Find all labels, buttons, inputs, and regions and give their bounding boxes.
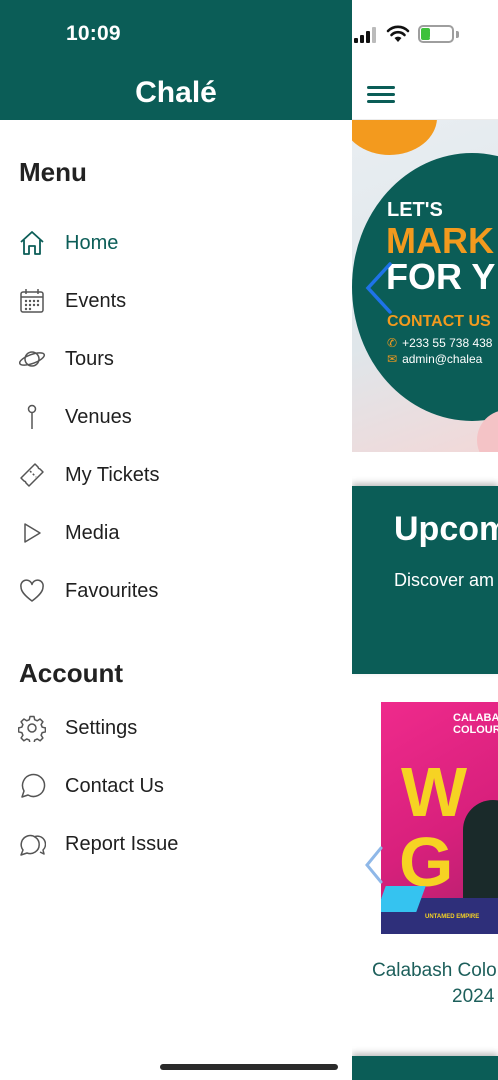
menu-item-label: Home: [65, 231, 119, 254]
poster-letter: W: [401, 753, 468, 831]
battery-cap: [456, 31, 459, 38]
menu-item-contact-us[interactable]: Contact Us: [0, 761, 352, 811]
menu-item-favourites[interactable]: Favourites: [0, 566, 352, 616]
upcoming-title: Upcom: [394, 510, 498, 548]
poster-person-image: [463, 800, 498, 905]
hamburger-menu-icon[interactable]: [367, 84, 397, 106]
mail-icon: ✉: [387, 352, 398, 366]
menu-item-media[interactable]: Media: [0, 508, 352, 558]
heart-icon: [18, 577, 46, 605]
banner-contact: CONTACT US: [387, 313, 491, 330]
event-year: 2024: [452, 986, 495, 1007]
menu-item-label: Settings: [65, 716, 138, 739]
app-title: Chalé: [135, 76, 217, 109]
event-title[interactable]: Calabash Colo: [372, 960, 497, 982]
phone-icon: ✆: [387, 336, 398, 350]
ticket-icon: [18, 461, 46, 489]
menu-item-my-tickets[interactable]: My Tickets: [0, 450, 352, 500]
menu-item-label: Contact Us: [65, 774, 164, 797]
battery-icon: 27: [418, 25, 454, 43]
gear-icon: [18, 714, 46, 742]
home-indicator[interactable]: [160, 1064, 338, 1070]
main-content: 27 LET'S MARK FOR Y CONTACT US ✆ +233 55 …: [352, 0, 498, 1080]
menu-item-label: Tours: [65, 347, 114, 370]
menu-item-label: Favourites: [65, 579, 159, 602]
menu-item-home[interactable]: Home: [0, 218, 352, 268]
menu-item-settings[interactable]: Settings: [0, 703, 352, 753]
decorative-shape: [352, 120, 437, 155]
carousel-prev-button[interactable]: [364, 260, 394, 316]
banner-phone: ✆ +233 55 738 438: [387, 336, 492, 350]
navigation-drawer: 10:09 Chalé Menu Home Events Tours Venue…: [0, 0, 352, 1080]
upcoming-subtitle: Discover am: [394, 570, 495, 590]
menu-item-events[interactable]: Events: [0, 276, 352, 326]
drawer-header: 10:09 Chalé: [0, 0, 352, 120]
menu-item-tours[interactable]: Tours: [0, 334, 352, 384]
menu-item-venues[interactable]: Venues: [0, 392, 352, 442]
banner-email-text: admin@chalea: [402, 352, 483, 366]
event-poster[interactable]: CALABASH COLOUR W G UNTAMED EMPIRE: [381, 702, 498, 934]
chat-bubbles-icon: [18, 830, 46, 858]
calendar-icon: [18, 287, 46, 315]
menu-item-label: Events: [65, 289, 127, 312]
battery-level: 27: [429, 27, 443, 41]
menu-item-label: My Tickets: [65, 463, 160, 486]
banner-for-you: FOR Y: [386, 256, 496, 297]
wifi-icon: [386, 25, 410, 42]
top-bar: [352, 68, 498, 120]
pin-icon: [18, 403, 46, 431]
poster-header: CALABASH COLOUR: [453, 712, 498, 736]
upcoming-events-card: Upcom Discover am: [352, 486, 498, 674]
home-icon: [18, 229, 46, 257]
menu-item-report-issue[interactable]: Report Issue: [0, 819, 352, 869]
menu-item-label: Report Issue: [65, 832, 179, 855]
account-section-title: Account: [19, 658, 123, 688]
banner-email: ✉ admin@chalea: [387, 352, 482, 366]
planet-icon: [18, 345, 46, 373]
banner-lets: LET'S: [387, 199, 443, 221]
next-section-card: [352, 1056, 498, 1080]
banner-phone-text: +233 55 738 438: [402, 336, 493, 350]
menu-item-label: Media: [65, 521, 120, 544]
chat-bubble-icon: [18, 772, 46, 800]
menu-section-title: Menu: [19, 157, 87, 187]
event-carousel-prev-button[interactable]: [364, 845, 384, 885]
chevron-left-icon: [365, 262, 392, 314]
cellular-signal-icon: [354, 27, 376, 43]
status-bar: 27: [352, 0, 498, 68]
poster-footer: UNTAMED EMPIRE: [425, 914, 480, 920]
chevron-left-icon: [365, 846, 383, 884]
promo-banner[interactable]: LET'S MARK FOR Y CONTACT US ✆ +233 55 738…: [352, 120, 498, 452]
menu-item-label: Venues: [65, 405, 132, 428]
status-time: 10:09: [66, 22, 121, 45]
play-icon: [18, 519, 46, 547]
